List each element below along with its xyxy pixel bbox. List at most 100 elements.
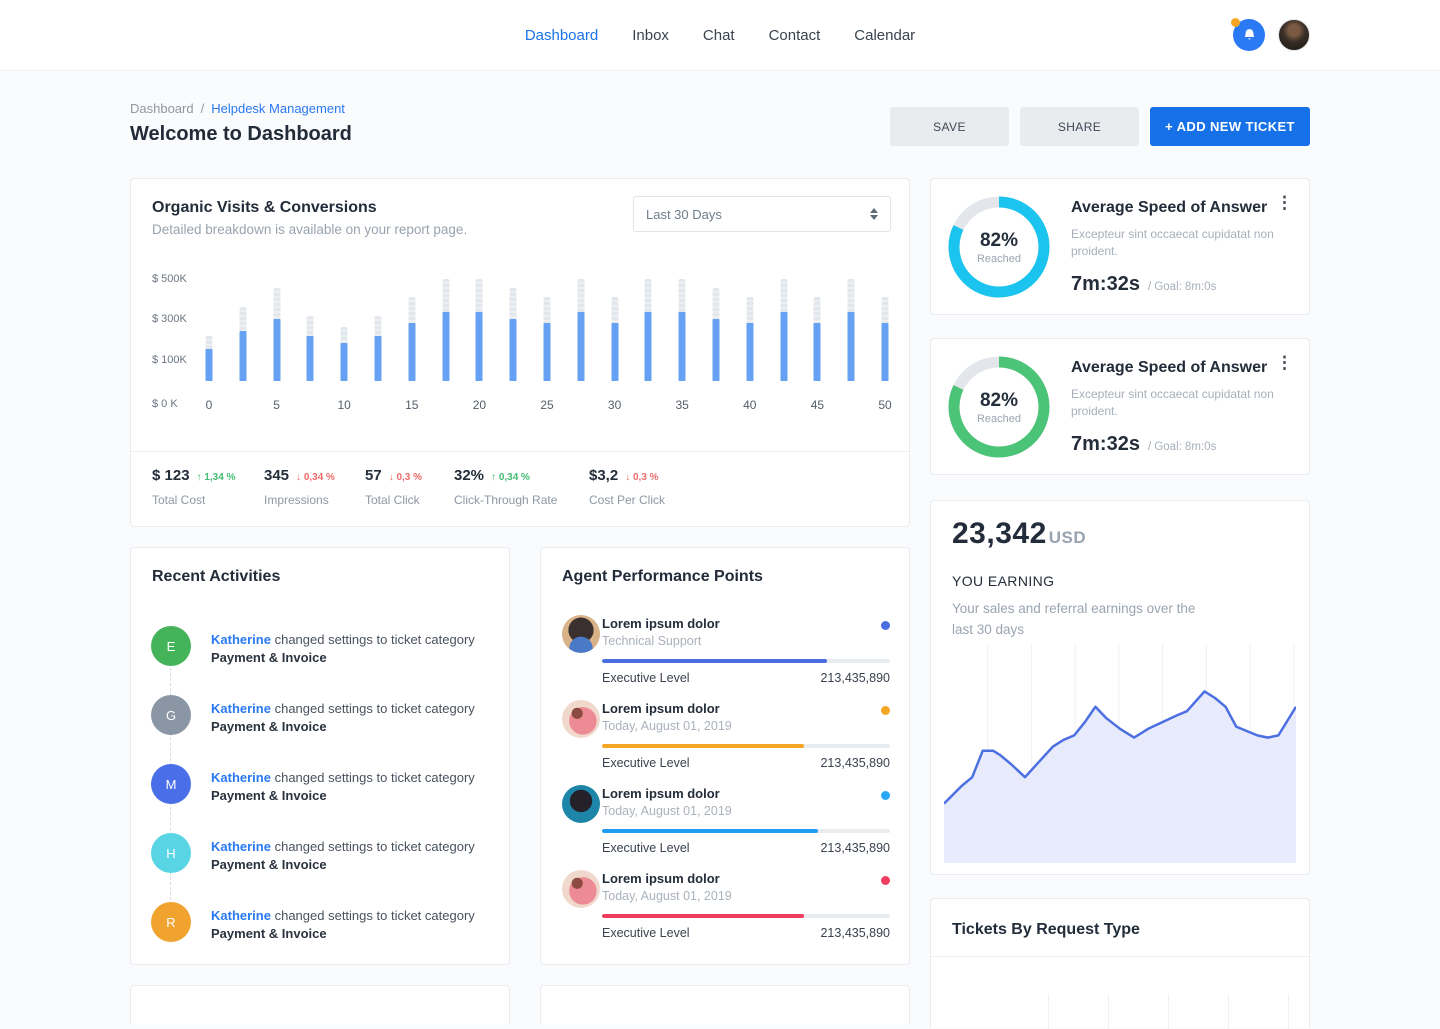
bar — [645, 279, 652, 381]
breadcrumb-root[interactable]: Dashboard — [130, 101, 194, 116]
add-new-ticket-button[interactable]: + ADD NEW TICKET — [1150, 107, 1310, 146]
main-nav: Dashboard Inbox Chat Contact Calendar — [525, 0, 915, 70]
organic-visits-card: Organic Visits & Conversions Detailed br… — [130, 178, 910, 527]
avatar: E — [151, 626, 191, 666]
bar — [510, 288, 517, 381]
notifications-button[interactable] — [1233, 19, 1265, 51]
x-axis-tick: 40 — [743, 398, 756, 412]
save-button[interactable]: SAVE — [890, 107, 1009, 146]
speed-time: 7m:32s — [1071, 433, 1140, 456]
activity-item[interactable]: E Katherine changed settings to ticket c… — [151, 626, 491, 690]
progress-bar — [602, 659, 890, 663]
bar — [713, 288, 720, 381]
notification-dot — [1231, 18, 1240, 27]
period-select[interactable]: Last 30 Days — [633, 196, 891, 232]
kebab-menu-icon[interactable]: ⋮ — [1276, 195, 1293, 211]
y-axis-label: $ 0 K — [152, 398, 178, 410]
x-axis-tick: 30 — [608, 398, 621, 412]
nav-item-calendar[interactable]: Calendar — [854, 27, 915, 44]
user-avatar[interactable] — [1278, 19, 1310, 51]
avg-speed-card: 82% Reached Average Speed of Answer ⋮ Ex… — [930, 178, 1310, 315]
activity-item[interactable]: H Katherine changed settings to ticket c… — [151, 833, 491, 897]
agent-avatar — [562, 785, 600, 823]
stat-delta: ↓ 0,34 % — [296, 472, 335, 483]
organic-card-title: Organic Visits & Conversions — [152, 199, 377, 217]
stat-label: Click-Through Rate — [454, 493, 557, 507]
select-arrows-icon — [870, 208, 878, 220]
stats-divider — [131, 451, 909, 452]
agent-performance-title: Agent Performance Points — [562, 568, 763, 586]
speed-time-row: 7m:32s / Goal: 8m:0s — [1071, 433, 1216, 456]
x-axis-tick: 15 — [405, 398, 418, 412]
bar — [239, 307, 246, 381]
avatar: M — [151, 764, 191, 804]
activity-item[interactable]: R Katherine changed settings to ticket c… — [151, 902, 491, 966]
stat-value: 345 — [264, 467, 289, 484]
agent-item[interactable]: Lorem ipsum dolor Technical Support Exec… — [562, 613, 890, 693]
earnings-label: YOU EARNING — [952, 573, 1054, 589]
activity-item[interactable]: M Katherine changed settings to ticket c… — [151, 764, 491, 828]
agent-item[interactable]: Lorem ipsum dolor Today, August 01, 2019… — [562, 698, 890, 778]
stat-value: $ 123 — [152, 467, 190, 484]
tickets-card-title: Tickets By Request Type — [952, 921, 1140, 939]
y-axis-label: $ 500K — [152, 273, 187, 285]
status-dot — [881, 706, 890, 715]
kebab-menu-icon[interactable]: ⋮ — [1276, 355, 1293, 371]
x-axis-ticks: 05101520253035404550 — [209, 398, 885, 412]
stat-ctr: 32%↑ 0,34 % Click-Through Rate — [454, 467, 530, 485]
breadcrumb: Dashboard/Helpdesk Management — [130, 101, 345, 116]
header-actions — [1233, 19, 1310, 51]
recent-activities-card: Recent Activities E Katherine changed se… — [130, 547, 510, 965]
bar — [544, 297, 551, 381]
activity-item[interactable]: G Katherine changed settings to ticket c… — [151, 695, 491, 759]
agent-subtitle: Today, August 01, 2019 — [602, 804, 732, 818]
x-axis-tick: 0 — [206, 398, 213, 412]
agent-avatar — [562, 700, 600, 738]
status-dot — [881, 621, 890, 630]
bar — [375, 316, 382, 381]
stat-total-click: 57↓ 0,3 % Total Click — [365, 467, 422, 485]
bar — [746, 297, 753, 381]
stat-label: Total Cost — [152, 493, 205, 507]
nav-item-chat[interactable]: Chat — [703, 27, 735, 44]
agent-avatar — [562, 615, 600, 653]
agent-name: Lorem ipsum dolor — [602, 701, 720, 716]
bell-icon — [1242, 28, 1257, 43]
stat-delta: ↑ 0,34 % — [491, 472, 530, 483]
period-select-value: Last 30 Days — [646, 207, 870, 222]
activity-text: Katherine changed settings to ticket cat… — [211, 838, 475, 874]
bottom-card-partial — [540, 985, 910, 1025]
x-axis-tick: 25 — [540, 398, 553, 412]
agent-item[interactable]: Lorem ipsum dolor Today, August 01, 2019… — [562, 783, 890, 863]
x-axis-tick: 20 — [473, 398, 486, 412]
activity-text: Katherine changed settings to ticket cat… — [211, 631, 475, 667]
agent-subtitle: Today, August 01, 2019 — [602, 719, 732, 733]
nav-item-dashboard[interactable]: Dashboard — [525, 27, 598, 44]
progress-bar — [602, 829, 890, 833]
organic-card-subtitle: Detailed breakdown is available on your … — [152, 222, 467, 237]
bar — [882, 297, 889, 381]
nav-item-contact[interactable]: Contact — [769, 27, 821, 44]
stat-value: 57 — [365, 467, 382, 484]
agent-subtitle: Technical Support — [602, 634, 701, 648]
activity-text: Katherine changed settings to ticket cat… — [211, 907, 475, 943]
avatar: G — [151, 695, 191, 735]
earnings-currency: USD — [1049, 528, 1086, 548]
breadcrumb-current[interactable]: Helpdesk Management — [211, 101, 345, 116]
avg-speed-card: 82% Reached Average Speed of Answer ⋮ Ex… — [930, 338, 1310, 475]
stat-total-cost: $ 123↑ 1,34 % Total Cost — [152, 467, 235, 485]
stat-cost-per-click: $3,2↓ 0,3 % Cost Per Click — [589, 467, 659, 485]
stat-delta: ↓ 0,3 % — [389, 472, 422, 483]
speed-card-title: Average Speed of Answer — [1071, 359, 1267, 377]
share-button[interactable]: SHARE — [1020, 107, 1139, 146]
nav-item-inbox[interactable]: Inbox — [632, 27, 669, 44]
bar — [848, 279, 855, 381]
ring-center: 82% Reached — [947, 355, 1051, 459]
bar — [577, 279, 584, 381]
avatar: R — [151, 902, 191, 942]
bar — [780, 279, 787, 381]
activity-text: Katherine changed settings to ticket cat… — [211, 700, 475, 736]
agent-item[interactable]: Lorem ipsum dolor Today, August 01, 2019… — [562, 868, 890, 948]
ring-center: 82% Reached — [947, 195, 1051, 299]
speed-time-row: 7m:32s / Goal: 8m:0s — [1071, 273, 1216, 296]
